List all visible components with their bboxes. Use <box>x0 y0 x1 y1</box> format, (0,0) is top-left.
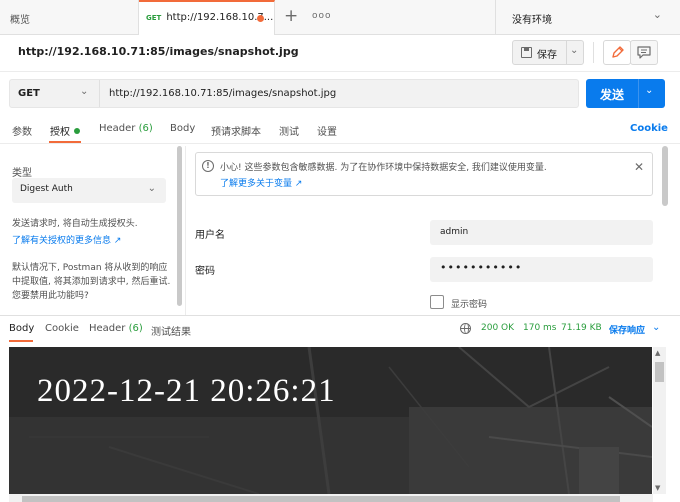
pencil-icon <box>612 46 624 58</box>
tab-headers-label: Header <box>99 123 136 134</box>
snapshot-timestamp: 2022-12-21 20:26:21 <box>37 373 336 409</box>
send-divider <box>638 79 639 108</box>
scroll-down-icon[interactable]: ▼ <box>655 484 660 492</box>
auth-learn-more-link[interactable]: 了解有关授权的更多信息 ↗ <box>12 233 121 246</box>
response-tab-test-results[interactable]: 测试结果 <box>151 323 191 338</box>
scrollbar[interactable] <box>177 146 182 306</box>
chevron-down-icon[interactable]: ⌄ <box>645 85 653 96</box>
response-time[interactable]: 170 ms <box>523 323 557 333</box>
save-icon <box>521 47 532 58</box>
tab-auth-label: 授权 <box>50 127 70 138</box>
divider <box>0 71 680 72</box>
warning-text: 小心! 这些参数包含敏感数据. 为了在协作环境中保持数据安全, 我们建议使用变量… <box>220 163 547 173</box>
save-label: 保存 <box>537 50 557 61</box>
username-field[interactable]: admin <box>430 220 653 245</box>
toolbar-divider <box>593 42 594 63</box>
response-image: 2022-12-21 20:26:21 <box>9 347 652 494</box>
show-password-checkbox[interactable] <box>430 295 444 309</box>
snapshot-scene <box>9 347 652 494</box>
variables-learn-more-link[interactable]: 了解更多关于变量 ↗ <box>220 176 302 189</box>
tab-overview-label: 概览 <box>10 15 30 26</box>
auth-description: 发送请求时, 将自动生成授权头. <box>12 219 138 229</box>
horizontal-scrollbar-thumb[interactable] <box>22 496 620 502</box>
auth-active-dot-icon <box>74 128 80 134</box>
response-tab-body[interactable]: Body <box>9 323 34 334</box>
tab-headers[interactable]: Header (6) <box>99 123 153 134</box>
url-input[interactable]: http://192.168.10.71:85/images/snapshot.… <box>109 88 336 99</box>
response-size[interactable]: 71.19 KB <box>561 323 602 333</box>
tab-prerequest-script[interactable]: 预请求脚本 <box>211 123 261 138</box>
request-title[interactable]: http://192.168.10.71:85/images/snapshot.… <box>18 45 299 58</box>
show-password-label[interactable]: 显示密码 <box>451 297 487 310</box>
tab-overview[interactable]: 概览 <box>0 0 139 35</box>
scrollbar[interactable] <box>662 146 668 206</box>
comment-icon <box>637 46 651 59</box>
scrollbar-thumb[interactable] <box>655 362 664 382</box>
tab-body[interactable]: Body <box>170 123 195 134</box>
status-code[interactable]: 200 OK <box>481 323 514 333</box>
chevron-down-icon: ⌄ <box>80 86 89 97</box>
response-tab-headers[interactable]: Header (6) <box>89 323 143 334</box>
response-tab-headers-label: Header <box>89 323 126 334</box>
password-value: ••••••••••• <box>440 261 523 274</box>
tab-headers-count: (6) <box>138 123 153 134</box>
environment-selector[interactable]: 没有环境 ⌄ <box>495 0 680 35</box>
new-tab-button[interactable]: + <box>284 6 298 26</box>
auth-type-label: 类型 <box>12 168 32 179</box>
comments-button[interactable] <box>630 40 658 65</box>
close-icon[interactable]: ✕ <box>634 160 644 174</box>
info-icon: ! <box>202 160 214 172</box>
url-bar: GET ⌄ http://192.168.10.71:85/images/sna… <box>9 79 579 108</box>
send-button[interactable]: 发送 ⌄ <box>586 79 665 108</box>
response-tab-cookies[interactable]: Cookie <box>45 323 79 334</box>
cookies-link[interactable]: Cookie <box>630 123 668 134</box>
username-value: admin <box>440 227 469 237</box>
save-response-button[interactable]: 保存响应 <box>609 323 645 336</box>
method-select[interactable]: GET ⌄ <box>10 80 100 107</box>
unsaved-dot-icon <box>257 15 264 22</box>
save-button[interactable]: 保存 ⌄ <box>512 40 584 65</box>
environment-label: 没有环境 <box>512 15 552 26</box>
tab-method-badge: GET <box>146 13 162 22</box>
tab-tests[interactable]: 测试 <box>279 123 299 138</box>
chevron-down-icon: ⌄ <box>147 183 156 194</box>
edit-button[interactable] <box>603 40 631 65</box>
auth-type-select[interactable]: Digest Auth ⌄ <box>12 178 166 203</box>
tab-bar: 概览 GET http://192.168.10.7... + ooo 没有环境 … <box>0 0 680 35</box>
globe-icon[interactable] <box>460 323 471 334</box>
auth-type-value: Digest Auth <box>20 184 73 194</box>
sensitive-data-warning: ! 小心! 这些参数包含敏感数据. 为了在协作环境中保持数据安全, 我们建议使用… <box>195 152 653 196</box>
scroll-up-icon[interactable]: ▲ <box>655 349 660 357</box>
tab-auth[interactable]: 授权 <box>50 123 80 138</box>
method-label: GET <box>18 88 40 99</box>
response-divider[interactable] <box>0 315 680 316</box>
panel-divider[interactable] <box>185 146 186 316</box>
more-tabs-icon[interactable]: ooo <box>312 11 332 21</box>
password-label: 密码 <box>195 266 215 277</box>
response-headers-count: (6) <box>128 323 143 334</box>
password-field[interactable]: ••••••••••• <box>430 257 653 282</box>
tab-settings[interactable]: 设置 <box>317 123 337 138</box>
save-divider <box>566 41 567 64</box>
tab-params[interactable]: 参数 <box>12 123 32 138</box>
chevron-down-icon[interactable]: ⌄ <box>652 322 660 333</box>
chevron-down-icon: ⌄ <box>652 8 662 21</box>
chevron-down-icon[interactable]: ⌄ <box>570 45 578 56</box>
username-label: 用户名 <box>195 230 225 241</box>
divider <box>0 143 680 144</box>
auth-retry-note: 默认情况下, Postman 将从收到的响应中提取值, 将其添加到请求中, 然后… <box>12 263 171 301</box>
active-tab-indicator <box>9 340 33 342</box>
tab-request[interactable]: GET http://192.168.10.7... <box>139 0 275 35</box>
send-label: 发送 <box>600 88 625 102</box>
